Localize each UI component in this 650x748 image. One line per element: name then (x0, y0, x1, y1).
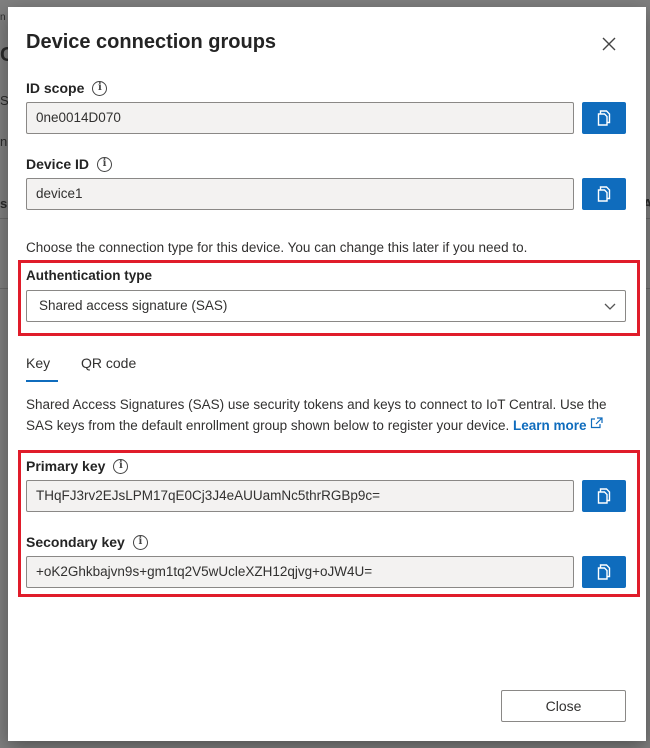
copy-id-scope-button[interactable] (582, 102, 626, 134)
device-id-field[interactable]: device1 (26, 178, 574, 210)
close-icon (602, 37, 616, 51)
tab-key[interactable]: Key (26, 355, 50, 371)
connection-type-hint: Choose the connection type for this devi… (26, 240, 528, 255)
secondary-key-field[interactable]: +oK2Ghkbajvn9s+gm1tq2V5wUcleXZH12qjvg+oJ… (26, 556, 574, 588)
background-text: s (0, 196, 8, 211)
copy-icon (597, 488, 611, 504)
copy-primary-key-button[interactable] (582, 480, 626, 512)
external-link-icon (591, 417, 603, 429)
tab-active-indicator (26, 380, 58, 382)
close-dialog-button[interactable] (594, 29, 624, 59)
copy-icon (597, 186, 611, 202)
chevron-down-icon (604, 303, 616, 310)
auth-type-selected: Shared access signature (SAS) (39, 298, 228, 313)
dialog-title: Device connection groups (26, 31, 277, 53)
primary-key-label-text: Primary key (26, 458, 106, 474)
learn-more-link[interactable]: Learn more (513, 417, 603, 433)
copy-secondary-key-button[interactable] (582, 556, 626, 588)
info-icon[interactable]: i (113, 458, 129, 474)
secondary-key-label: Secondary key i (26, 534, 148, 550)
info-icon[interactable]: i (97, 156, 113, 172)
device-id-label: Device ID i (26, 156, 113, 172)
copy-icon (597, 110, 611, 126)
info-icon[interactable]: i (92, 80, 108, 96)
id-scope-field[interactable]: 0ne0014D070 (26, 102, 574, 134)
copy-icon (597, 564, 611, 580)
secondary-key-label-text: Secondary key (26, 534, 125, 550)
background-text: n (0, 134, 8, 149)
primary-key-label: Primary key i (26, 458, 129, 474)
tab-qr-code[interactable]: QR code (81, 355, 136, 371)
primary-key-field[interactable]: THqFJ3rv2EJsLPM17qE0Cj3J4eAUUamNc5thrRGB… (26, 480, 574, 512)
info-icon[interactable]: i (132, 534, 148, 550)
learn-more-text: Learn more (513, 418, 587, 433)
auth-type-label: Authentication type (26, 268, 153, 283)
id-scope-label: ID scope i (26, 80, 108, 96)
device-connection-dialog: Device connection groups ID scope i 0ne0… (8, 7, 646, 741)
copy-device-id-button[interactable] (582, 178, 626, 210)
close-button[interactable]: Close (501, 690, 626, 722)
background-text: n (0, 12, 6, 23)
sas-description: Shared Access Signatures (SAS) use secur… (26, 394, 626, 436)
auth-type-dropdown[interactable]: Shared access signature (SAS) (26, 290, 626, 322)
id-scope-label-text: ID scope (26, 80, 85, 96)
device-id-label-text: Device ID (26, 156, 90, 172)
